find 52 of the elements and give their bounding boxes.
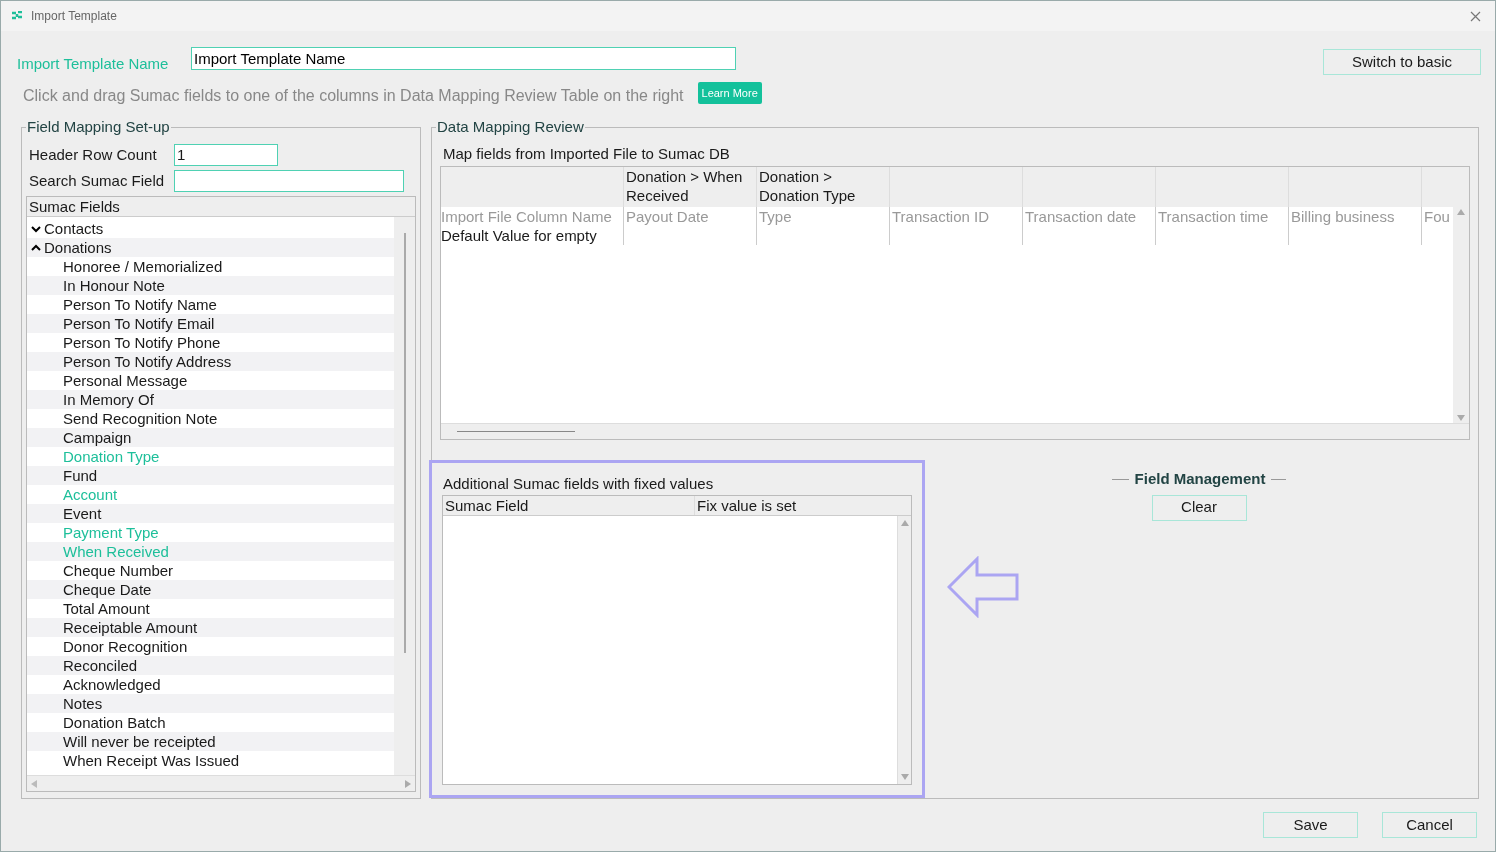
header-row-count-field[interactable]: 1 — [174, 144, 278, 166]
tree-item[interactable]: Cheque Date — [27, 580, 394, 599]
group-title: Data Mapping Review — [436, 118, 585, 136]
tree-item[interactable]: Donations — [27, 238, 394, 257]
table-cell: Billing business — [1291, 208, 1395, 225]
scrollbar-thumb[interactable] — [457, 431, 575, 432]
tree-item[interactable]: Reconciled — [27, 656, 394, 675]
tree-item[interactable]: Person To Notify Address — [27, 352, 394, 371]
field-label: Import Template Name — [17, 54, 170, 74]
field-label: Search Sumac Field — [28, 170, 166, 191]
field-label: Header Row Count — [28, 144, 158, 165]
table-cell: Type — [759, 208, 792, 225]
scroll-down-icon[interactable] — [1457, 415, 1465, 421]
close-icon — [1469, 10, 1481, 22]
tree-item[interactable]: Fund — [27, 466, 394, 485]
cancel-button[interactable]: Cancel — [1382, 812, 1477, 838]
table-cell-text: Default Value for empty — [441, 226, 598, 245]
tree-item[interactable]: Receiptable Amount — [27, 618, 394, 637]
tree-item[interactable]: Person To Notify Email — [27, 314, 394, 333]
clear-button[interactable]: Clear — [1151, 494, 1247, 521]
tree-item[interactable]: Notes — [27, 694, 394, 713]
tree-item[interactable]: Will never be receipted — [27, 732, 394, 751]
table-cell: Transaction time — [1158, 208, 1269, 225]
column-header[interactable]: Sumac Field — [443, 496, 695, 515]
column-header[interactable]: Fix value is set — [695, 496, 911, 515]
scrollbar-thumb[interactable] — [403, 233, 406, 653]
scroll-up-icon[interactable] — [1457, 209, 1465, 215]
table-cell: Transaction date — [1025, 208, 1137, 225]
table-caption: Map fields from Imported File to Sumac DB — [442, 144, 731, 164]
tree-item[interactable]: Campaign — [27, 428, 394, 447]
table-cell: Transaction ID — [892, 208, 989, 225]
section-title: Field Management — [1134, 469, 1266, 489]
group-title: Field Mapping Set-up — [26, 118, 171, 136]
tree-item[interactable]: Event — [27, 504, 394, 523]
search-field[interactable] — [174, 170, 404, 192]
save-button[interactable]: Save — [1263, 812, 1358, 838]
left-arrow-icon — [947, 556, 1019, 618]
scroll-up-icon[interactable] — [900, 520, 909, 526]
scroll-left-icon[interactable] — [31, 779, 37, 788]
table-cell: Payout Date — [626, 208, 709, 225]
template-name-field[interactable]: Import Template Name — [191, 47, 736, 70]
window-title: Import Template — [31, 8, 117, 25]
switch-to-basic-button[interactable]: Switch to basic — [1323, 49, 1481, 75]
tree-item[interactable]: In Honour Note — [27, 276, 394, 295]
instruction-text: Click and drag Sumac fields to one of the columns in Data Mapping Review Table on the right — [23, 86, 684, 106]
table-caption: Additional Sumac fields with fixed values — [442, 474, 715, 494]
scroll-down-icon[interactable] — [900, 774, 909, 780]
tree-item[interactable]: In Memory Of — [27, 390, 394, 409]
table-cell: Fou — [1424, 208, 1450, 225]
table-cell-text: Import File Column Name — [441, 207, 613, 226]
app-logo-icon — [11, 11, 23, 21]
scroll-right-icon[interactable] — [405, 779, 411, 788]
